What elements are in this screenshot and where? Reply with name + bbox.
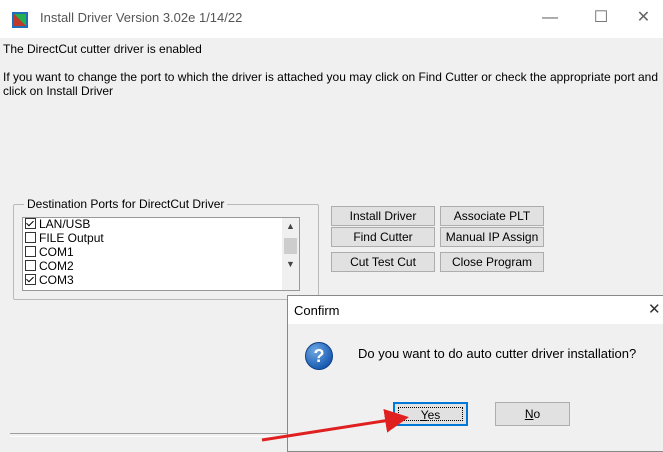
port-label: COM2 <box>39 259 74 273</box>
checkbox-checked[interactable] <box>25 218 36 229</box>
dialog-body: ? Do you want to do auto cutter driver i… <box>288 324 663 451</box>
list-item[interactable]: COM2 <box>25 260 74 274</box>
no-label: o <box>533 407 541 421</box>
scroll-down-icon[interactable]: ▼ <box>282 256 299 273</box>
ports-group: Destination Ports for DirectCut Driver L… <box>13 197 319 300</box>
scroll-up-icon[interactable]: ▲ <box>282 218 299 235</box>
associate-plt-button[interactable]: Associate PLT <box>440 206 544 226</box>
dialog-title-bar: Confirm ✕ <box>288 296 663 324</box>
port-label: FILE Output <box>39 231 104 245</box>
question-icon: ? <box>305 342 333 370</box>
yes-button[interactable]: Yes <box>393 402 468 426</box>
list-item[interactable]: LAN/USB <box>25 218 90 232</box>
find-cutter-button[interactable]: Find Cutter <box>331 227 435 247</box>
list-item[interactable]: FILE Output <box>25 232 104 246</box>
divider <box>10 433 290 437</box>
dialog-close-icon[interactable]: ✕ <box>648 300 663 318</box>
list-item[interactable]: COM3 <box>25 274 74 288</box>
close-button[interactable]: ✕ <box>624 0 663 38</box>
no-button[interactable]: No <box>495 402 570 426</box>
checkbox[interactable] <box>25 260 36 271</box>
close-program-button[interactable]: Close Program <box>440 252 544 272</box>
minimize-button[interactable]: — <box>527 0 573 38</box>
checkbox-checked[interactable] <box>25 274 36 285</box>
cut-test-button[interactable]: Cut Test Cut <box>331 252 435 272</box>
instructions-text: If you want to change the port to which … <box>3 70 659 98</box>
install-driver-button[interactable]: Install Driver <box>331 206 435 226</box>
confirm-dialog: Confirm ✕ ? Do you want to do auto cutte… <box>287 295 663 452</box>
maximize-button[interactable]: ☐ <box>578 0 624 38</box>
checkbox[interactable] <box>25 232 36 243</box>
ports-group-label: Destination Ports for DirectCut Driver <box>24 197 228 211</box>
status-text: The DirectCut cutter driver is enabled <box>3 42 202 56</box>
ports-listbox[interactable]: LAN/USB FILE Output COM1 COM2 COM3 ▲ ▼ <box>22 217 300 291</box>
app-icon <box>12 12 28 28</box>
port-label: LAN/USB <box>39 217 91 231</box>
focus-rect <box>398 407 463 421</box>
port-label: COM1 <box>39 245 74 259</box>
port-label: COM3 <box>39 273 74 287</box>
list-item[interactable]: COM1 <box>25 246 74 260</box>
manual-ip-assign-button[interactable]: Manual IP Assign <box>440 227 544 247</box>
dialog-message: Do you want to do auto cutter driver ins… <box>358 346 637 361</box>
window-title: Install Driver Version 3.02e 1/14/22 <box>40 10 243 25</box>
title-bar: Install Driver Version 3.02e 1/14/22 — ☐… <box>0 0 663 38</box>
listbox-scrollbar[interactable]: ▲ ▼ <box>282 218 299 290</box>
dialog-title: Confirm <box>294 303 340 318</box>
checkbox[interactable] <box>25 246 36 257</box>
scroll-thumb[interactable] <box>284 238 297 254</box>
